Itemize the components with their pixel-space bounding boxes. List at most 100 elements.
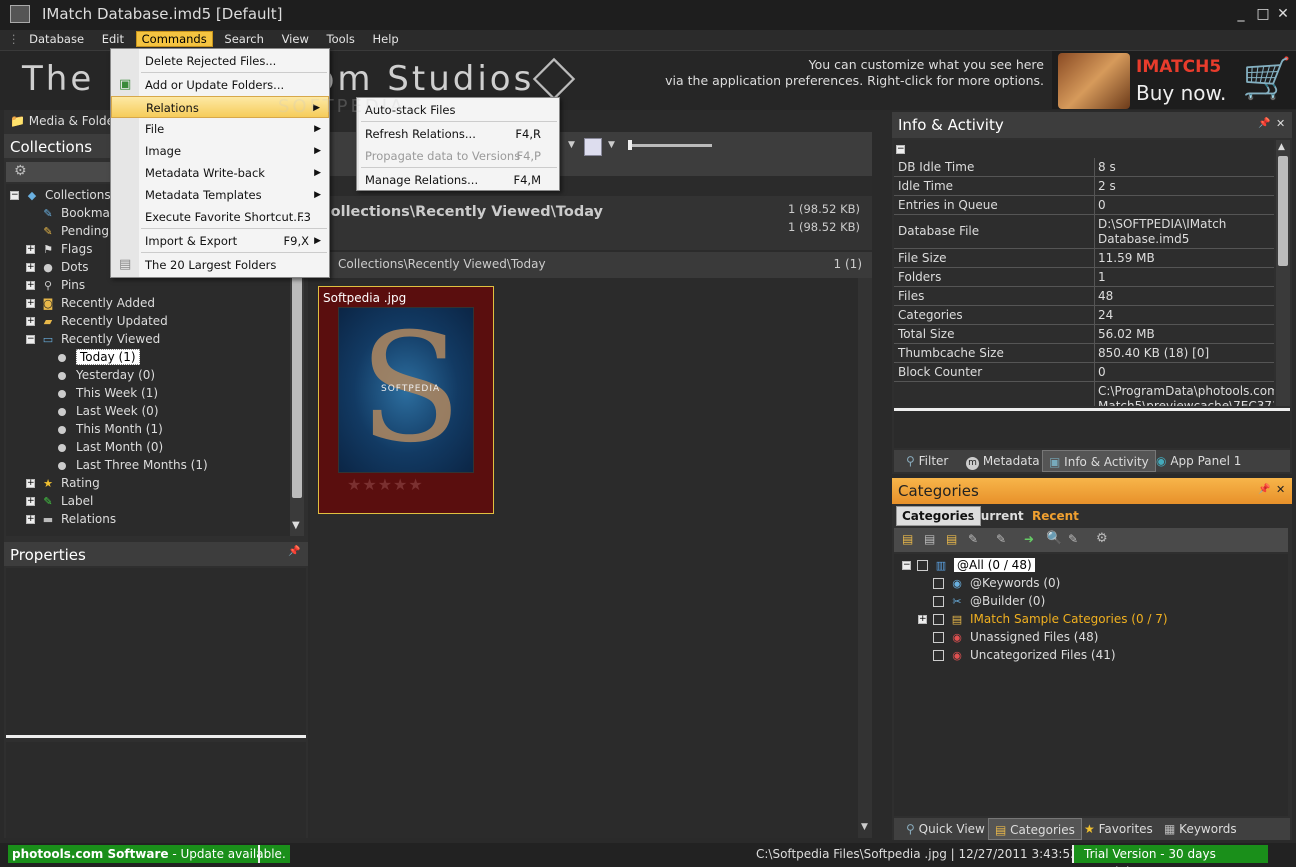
search-icon[interactable]: 🔍 bbox=[1046, 531, 1062, 546]
category-item[interactable]: ✂ @Builder (0) bbox=[918, 592, 1045, 610]
tab-categories-bottom[interactable]: ▤ Categories bbox=[988, 818, 1082, 840]
category-checkbox[interactable] bbox=[933, 614, 944, 625]
tab-metadata[interactable]: m Metadata bbox=[960, 450, 1046, 472]
expand-icon[interactable]: + bbox=[26, 245, 35, 254]
scroll-thumb[interactable] bbox=[1278, 156, 1288, 266]
tree-item[interactable]: Last Week (0) bbox=[58, 402, 159, 420]
gear-icon[interactable]: ⚙ bbox=[1096, 531, 1108, 546]
thumbnail-card[interactable]: Softpedia .jpg S SOFTPEDIA ★★★★★ bbox=[318, 286, 494, 514]
scroll-down-icon[interactable]: ▼ bbox=[861, 822, 868, 832]
relations-menu-item[interactable]: Manage Relations... F4,M bbox=[357, 169, 559, 191]
commands-menu-item[interactable]: ▤ The 20 Largest Folders bbox=[111, 254, 329, 276]
tab-info-activity[interactable]: ▣ Info & Activity bbox=[1042, 450, 1156, 472]
commands-menu-item[interactable]: Image ▶ bbox=[111, 140, 329, 162]
edit-icon[interactable]: ✎ bbox=[1068, 532, 1078, 546]
relations-menu-item[interactable]: Auto-stack Files bbox=[357, 99, 559, 121]
tab-recent[interactable]: Recent bbox=[1032, 507, 1079, 525]
expand-icon[interactable]: + bbox=[26, 299, 35, 308]
commands-menu-item[interactable]: File ▶ bbox=[111, 118, 329, 140]
category-item[interactable]: − ▥ @All (0 / 48) bbox=[902, 556, 1035, 574]
menu-tools[interactable]: Tools bbox=[327, 32, 355, 46]
menu-edit[interactable]: Edit bbox=[102, 32, 124, 46]
tab-categories[interactable]: Categories bbox=[896, 506, 981, 526]
minimize-button[interactable]: _ bbox=[1232, 6, 1250, 22]
tab-quick-view[interactable]: ⚲ Quick View bbox=[900, 818, 991, 840]
expand-icon[interactable]: + bbox=[26, 515, 35, 524]
tree-item[interactable]: Last Three Months (1) bbox=[58, 456, 208, 474]
chevron-down-icon[interactable]: ▼ bbox=[608, 140, 615, 150]
delete-category-icon[interactable]: ✎ bbox=[968, 532, 978, 546]
commands-menu-item[interactable]: Relations ▶ bbox=[111, 96, 329, 118]
expand-icon[interactable]: + bbox=[26, 497, 35, 506]
tree-item[interactable]: Yesterday (0) bbox=[58, 366, 155, 384]
menu-help[interactable]: Help bbox=[373, 32, 399, 46]
grid-view-icon[interactable] bbox=[584, 138, 602, 156]
scroll-down-icon[interactable]: ▼ bbox=[292, 520, 300, 531]
buy-now-ad[interactable]: IMATCH5 Buy now. 🛒 bbox=[1052, 51, 1296, 109]
commands-menu-item[interactable]: Import & Export F9,X ▶ bbox=[111, 230, 329, 252]
group-header[interactable]: Collections\Recently Viewed\Today 1 (1) bbox=[310, 252, 872, 278]
collapse-icon[interactable]: − bbox=[902, 561, 911, 570]
category-checkbox[interactable] bbox=[933, 650, 944, 661]
zoom-slider-handle[interactable] bbox=[628, 140, 632, 150]
menu-search[interactable]: Search bbox=[224, 32, 264, 46]
menu-database[interactable]: Database bbox=[29, 32, 84, 46]
category-checkbox[interactable] bbox=[933, 632, 944, 643]
tree-item[interactable]: + ● Dots bbox=[26, 258, 89, 276]
relations-menu-item[interactable]: Refresh Relations... F4,R bbox=[357, 123, 559, 145]
app-icon[interactable] bbox=[10, 5, 30, 23]
gear-icon[interactable]: ⚙ bbox=[14, 163, 27, 179]
category-checkbox[interactable] bbox=[933, 578, 944, 589]
link-icon[interactable]: ➜ bbox=[1024, 532, 1034, 546]
close-button[interactable]: ✕ bbox=[1274, 6, 1292, 22]
tab-app-panel[interactable]: ◉ App Panel 1 bbox=[1150, 450, 1247, 472]
properties-pin-icon[interactable]: 📌 bbox=[288, 546, 300, 557]
tree-item[interactable]: Today (1) bbox=[58, 348, 140, 366]
menu-commands[interactable]: Commands bbox=[135, 31, 213, 47]
commands-menu-item[interactable]: Metadata Write-back ▶ bbox=[111, 162, 329, 184]
commands-menu-item[interactable]: ▣ Add or Update Folders... bbox=[111, 74, 329, 96]
tree-item[interactable]: ✎ Pending bbox=[26, 222, 109, 240]
rename-category-icon[interactable]: ▤ bbox=[946, 532, 957, 546]
commands-menu-item[interactable]: Metadata Templates ▶ bbox=[111, 184, 329, 206]
tree-item[interactable]: + ⚲ Pins bbox=[26, 276, 85, 294]
tree-item[interactable]: Last Month (0) bbox=[58, 438, 163, 456]
tree-item[interactable]: + ⚑ Flags bbox=[26, 240, 92, 258]
commands-menu-item[interactable]: Execute Favorite Shortcut... F3 bbox=[111, 206, 329, 228]
info-scrollbar[interactable]: ▲ bbox=[1276, 140, 1290, 406]
rating-stars[interactable]: ★★★★★ bbox=[347, 475, 424, 494]
center-scrollbar[interactable]: ▼ bbox=[858, 278, 872, 838]
category-checkbox[interactable] bbox=[917, 560, 928, 571]
tree-item[interactable]: + ▰ Recently Updated bbox=[26, 312, 168, 330]
maximize-button[interactable]: □ bbox=[1254, 6, 1272, 22]
category-item[interactable]: ◉ @Keywords (0) bbox=[918, 574, 1060, 592]
tree-item[interactable]: + ✎ Label bbox=[26, 492, 93, 510]
tab-filter[interactable]: ⚲ Filter bbox=[900, 450, 954, 472]
scroll-up-icon[interactable]: ▲ bbox=[1278, 142, 1285, 152]
expand-icon[interactable]: + bbox=[918, 615, 927, 624]
trial-notice[interactable]: Trial Version - 30 days remaining. bbox=[1072, 845, 1268, 867]
collapse-icon[interactable]: − bbox=[10, 191, 19, 200]
zoom-slider[interactable] bbox=[628, 144, 712, 147]
tree-item[interactable]: + ▬ Relations bbox=[26, 510, 116, 528]
dropdown-icon[interactable]: ▼ bbox=[568, 140, 575, 150]
categories-close-icon[interactable]: ✕ bbox=[1276, 483, 1285, 496]
expand-icon[interactable]: + bbox=[26, 263, 35, 272]
category-checkbox[interactable] bbox=[933, 596, 944, 607]
add-category-icon[interactable]: ▤ bbox=[902, 532, 913, 546]
expand-icon[interactable]: + bbox=[26, 281, 35, 290]
tree-item[interactable]: − ▭ Recently Viewed bbox=[26, 330, 160, 348]
categories-pin-icon[interactable]: 📌 bbox=[1258, 484, 1270, 495]
info-collapse-icon[interactable]: − bbox=[896, 142, 911, 156]
category-item[interactable]: ◉ Uncategorized Files (41) bbox=[918, 646, 1116, 664]
category-item[interactable]: ◉ Unassigned Files (48) bbox=[918, 628, 1098, 646]
tab-favorites[interactable]: ★ Favorites bbox=[1078, 818, 1159, 840]
update-notice[interactable]: photools.com Software - Update available… bbox=[8, 845, 290, 863]
info-pin-icon[interactable]: 📌 bbox=[1258, 118, 1270, 129]
info-close-icon[interactable]: ✕ bbox=[1276, 117, 1285, 130]
commands-menu-item[interactable]: Delete Rejected Files... bbox=[111, 50, 329, 72]
media-folders-tab[interactable]: 📁 Media & Folders bbox=[10, 112, 125, 130]
assign-icon[interactable]: ✎ bbox=[996, 532, 1006, 546]
tab-keywords[interactable]: ▦ Keywords bbox=[1158, 818, 1243, 840]
tree-item[interactable]: This Month (1) bbox=[58, 420, 163, 438]
